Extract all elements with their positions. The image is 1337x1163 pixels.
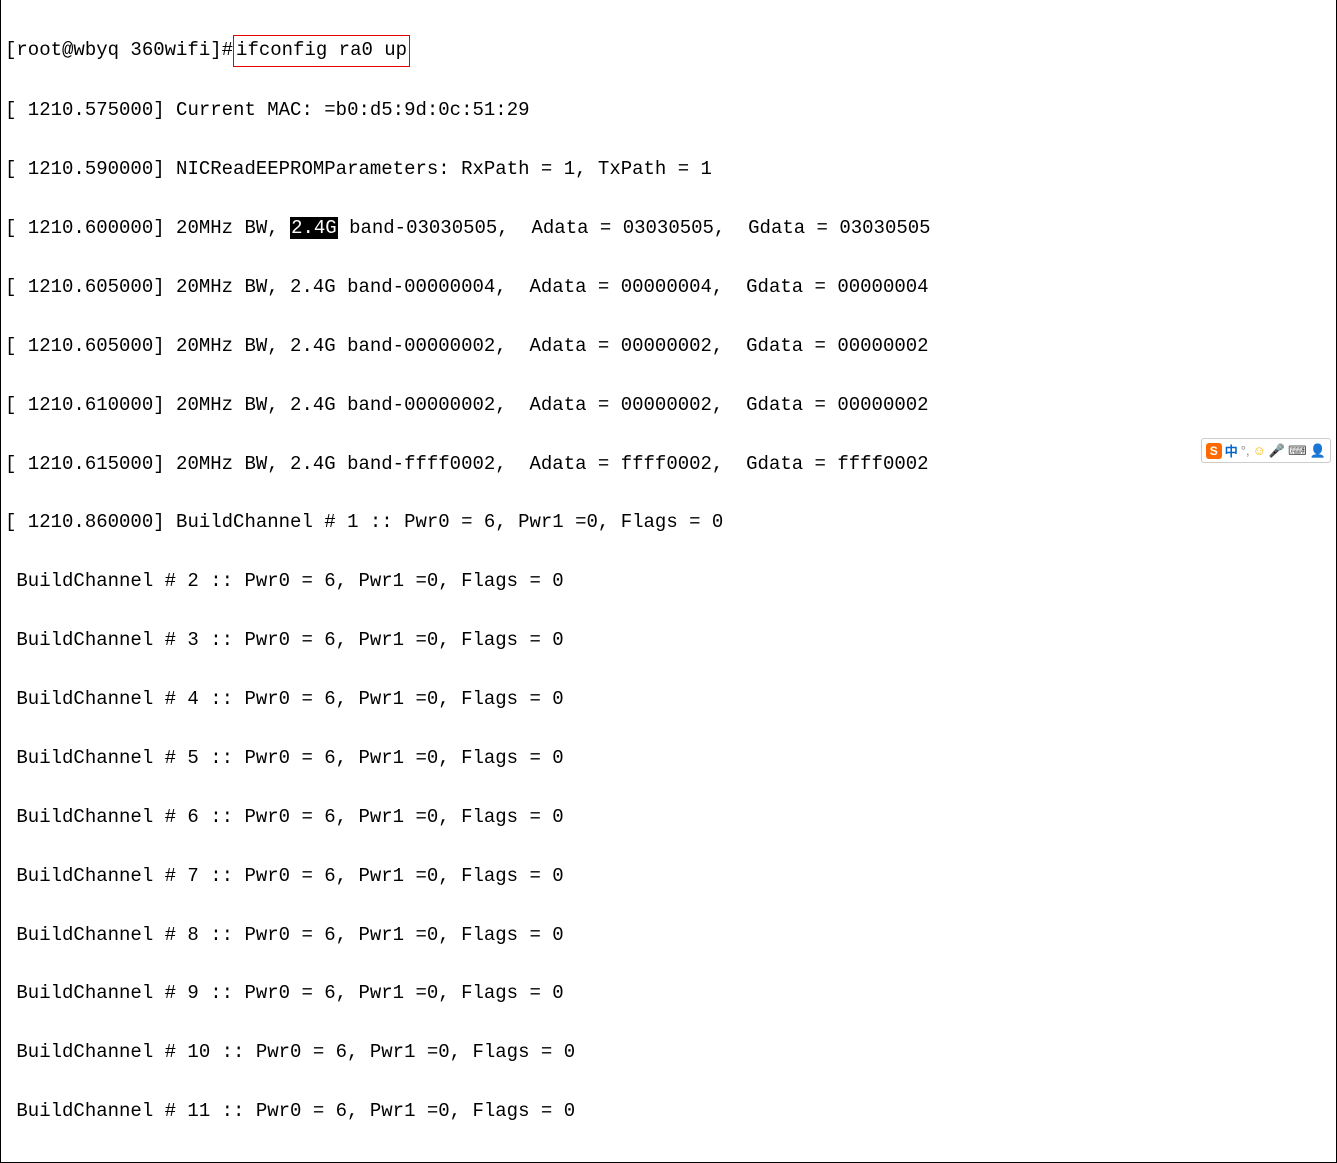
log-line: [ 1210.610000] 20MHz BW, 2.4G band-00000… [5, 391, 1332, 420]
log-line: [ 1210.615000] 20MHz BW, 2.4G band-ffff0… [5, 450, 1332, 479]
log-line: BuildChannel # 3 :: Pwr0 = 6, Pwr1 =0, F… [5, 626, 1332, 655]
ime-user-icon[interactable]: 👤 [1310, 443, 1326, 459]
selected-text: 2.4G [290, 217, 338, 239]
ime-toolbar[interactable]: S 中 °, ☺ 🎤 ⌨ 👤 [1201, 438, 1331, 463]
log-line: BuildChannel # 10 :: Pwr0 = 6, Pwr1 =0, … [5, 1038, 1332, 1067]
log-line: BuildChannel # 7 :: Pwr0 = 6, Pwr1 =0, F… [5, 862, 1332, 891]
log-line: BuildChannel # 4 :: Pwr0 = 6, Pwr1 =0, F… [5, 685, 1332, 714]
log-line: [ 1210.575000] Current MAC: =b0:d5:9d:0c… [5, 96, 1332, 125]
log-line: BuildChannel # 6 :: Pwr0 = 6, Pwr1 =0, F… [5, 803, 1332, 832]
log-line: [ 1210.590000] NICReadEEPROMParameters: … [5, 155, 1332, 184]
log-line: BuildChannel # 2 :: Pwr0 = 6, Pwr1 =0, F… [5, 567, 1332, 596]
ime-mic-icon[interactable]: 🎤 [1269, 443, 1285, 459]
log-line: [ 1210.605000] 20MHz BW, 2.4G band-00000… [5, 332, 1332, 361]
prompt-line: [root@wbyq 360wifi]#ifconfig ra0 up [5, 35, 1332, 66]
log-line: BuildChannel # 11 :: Pwr0 = 6, Pwr1 =0, … [5, 1097, 1332, 1126]
command-highlight-box: ifconfig ra0 up [233, 35, 410, 66]
log-line: BuildChannel # 8 :: Pwr0 = 6, Pwr1 =0, F… [5, 921, 1332, 950]
ime-keyboard-icon[interactable]: ⌨ [1288, 443, 1307, 459]
log-line: [ 1210.605000] 20MHz BW, 2.4G band-00000… [5, 273, 1332, 302]
ime-punct-icon[interactable]: °, [1241, 443, 1250, 458]
ime-language-toggle[interactable]: 中 [1225, 441, 1238, 460]
log-line: [ 1210.600000] 20MHz BW, 2.4G band-03030… [5, 214, 1332, 243]
ime-emoji-icon[interactable]: ☺ [1253, 443, 1266, 458]
log-line: BuildChannel # 9 :: Pwr0 = 6, Pwr1 =0, F… [5, 979, 1332, 1008]
log-line: BuildChannel # 5 :: Pwr0 = 6, Pwr1 =0, F… [5, 744, 1332, 773]
ime-logo-icon[interactable]: S [1206, 443, 1222, 459]
log-line: [ 1210.860000] BuildChannel # 1 :: Pwr0 … [5, 508, 1332, 537]
terminal-output[interactable]: [root@wbyq 360wifi]#ifconfig ra0 up [ 12… [0, 0, 1337, 1163]
shell-prompt: [root@wbyq 360wifi]# [5, 39, 233, 61]
